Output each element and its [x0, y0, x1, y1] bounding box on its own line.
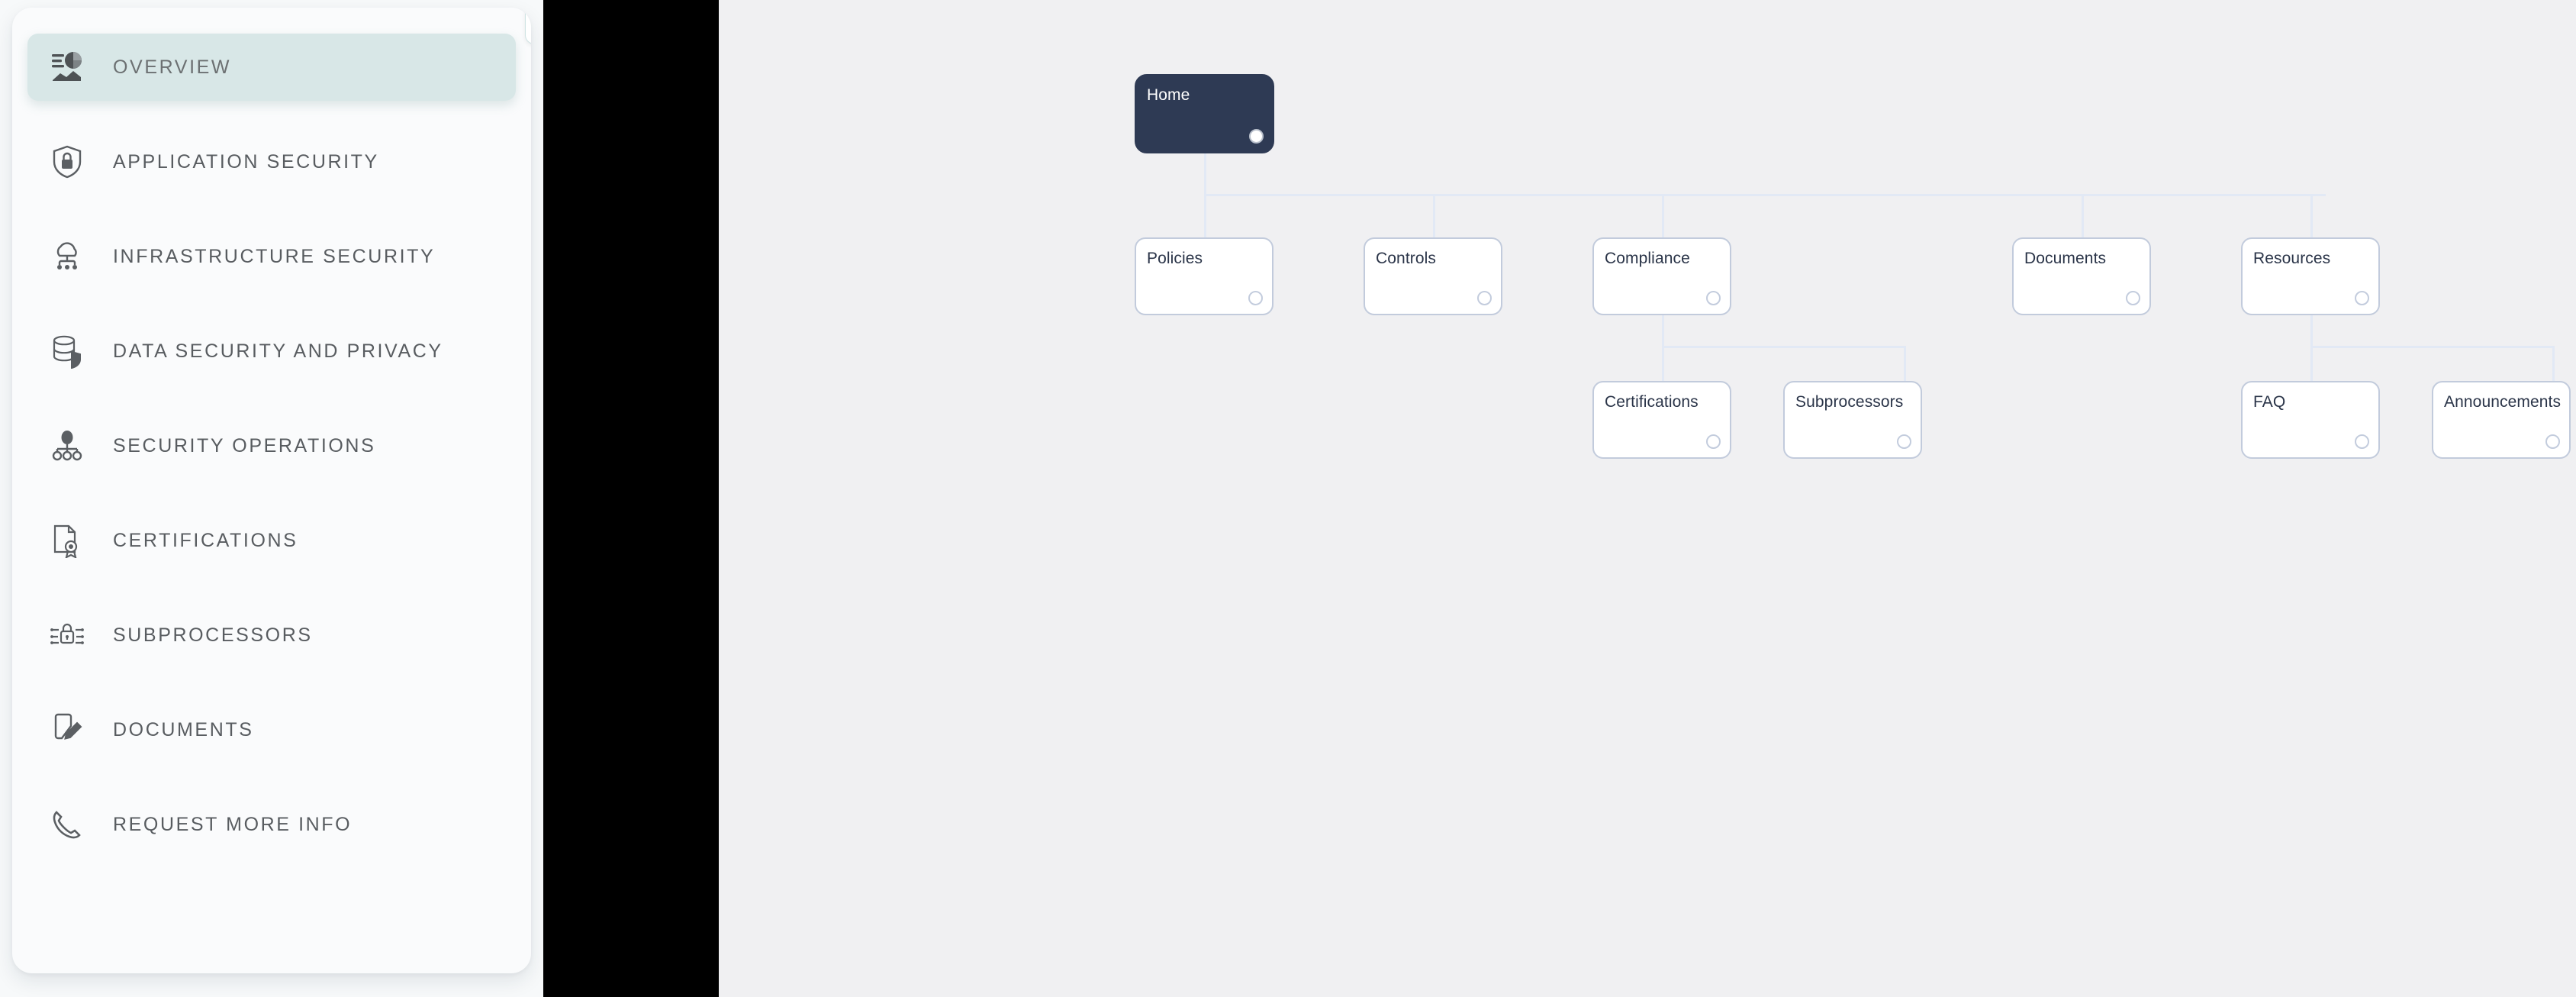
- edge-to-controls: [1433, 194, 1435, 237]
- tree-node-controls[interactable]: Controls: [1364, 237, 1502, 315]
- sidebar-item-overview[interactable]: OVERVIEW: [27, 34, 516, 101]
- org-node-icon: [46, 424, 89, 467]
- edge-to-compliance: [1662, 194, 1664, 237]
- tree-node-label: Announcements: [2444, 393, 2562, 411]
- minimize-sidebar-button[interactable]: [525, 8, 531, 44]
- node-handle-dot[interactable]: [2355, 434, 2369, 449]
- lock-circuit-icon: [46, 614, 89, 657]
- sidebar-item-label: REQUEST MORE INFO: [113, 813, 353, 835]
- node-handle-dot[interactable]: [1897, 434, 1911, 449]
- edge-to-documents: [2082, 194, 2084, 237]
- edge-to-announcements: [2552, 346, 2555, 381]
- sidebar-item-certifications[interactable]: CERTIFICATIONS: [27, 507, 516, 574]
- sidebar-item-label: INFRASTRUCTURE SECURITY: [113, 245, 436, 267]
- edge-resources-horizontal: [2310, 346, 2555, 348]
- sidebar-item-infrastructure-security[interactable]: INFRASTRUCTURE SECURITY: [27, 223, 516, 290]
- node-handle-dot[interactable]: [1706, 291, 1721, 305]
- edge-home-trunk: [1204, 153, 1206, 194]
- edge-to-subprocessors: [1904, 346, 1906, 381]
- cloud-network-icon: [46, 235, 89, 278]
- tree-node-subprocessors[interactable]: Subprocessors: [1783, 381, 1922, 459]
- tree-node-home[interactable]: Home: [1135, 74, 1274, 153]
- sidebar-item-application-security[interactable]: APPLICATION SECURITY: [27, 128, 516, 195]
- tree-node-label: FAQ: [2253, 393, 2286, 411]
- sidebar-item-label: OVERVIEW: [113, 56, 232, 78]
- sidebar-item-label: APPLICATION SECURITY: [113, 150, 379, 173]
- black-divider-band: [543, 0, 719, 997]
- sidebar-item-label: SUBPROCESSORS: [113, 624, 313, 646]
- edge-compliance-horizontal: [1662, 346, 1906, 348]
- sidebar-item-label: DOCUMENTS: [113, 718, 254, 740]
- edge-to-resources: [2310, 194, 2313, 237]
- sidebar-item-documents[interactable]: DOCUMENTS: [27, 696, 516, 763]
- shield-lock-icon: [46, 140, 89, 183]
- tree-node-label: Subprocessors: [1795, 393, 1904, 411]
- document-edit-icon: [46, 708, 89, 751]
- edge-to-faq: [2310, 346, 2313, 381]
- node-handle-dot[interactable]: [2126, 291, 2140, 305]
- sitemap-tree: Home Policies Controls Compliance Docume…: [719, 0, 2576, 997]
- sidebar-item-label: SECURITY OPERATIONS: [113, 434, 376, 457]
- tree-node-certifications[interactable]: Certifications: [1592, 381, 1731, 459]
- certificate-icon: [46, 519, 89, 562]
- tree-node-label: Home: [1147, 86, 1190, 104]
- tree-node-announcements[interactable]: Announcements: [2432, 381, 2571, 459]
- tree-node-label: Documents: [2024, 250, 2107, 267]
- sidebar-nav-list: OVERVIEW APPLICATION SECURITY INFRASTRUC…: [12, 8, 531, 973]
- node-handle-dot[interactable]: [1477, 291, 1492, 305]
- tree-node-faq[interactable]: FAQ: [2241, 381, 2380, 459]
- tree-node-resources[interactable]: Resources: [2241, 237, 2380, 315]
- tree-node-documents[interactable]: Documents: [2012, 237, 2151, 315]
- tree-node-label: Policies: [1147, 250, 1203, 267]
- sidebar-item-security-operations[interactable]: SECURITY OPERATIONS: [27, 412, 516, 479]
- sidebar-item-subprocessors[interactable]: SUBPROCESSORS: [27, 602, 516, 669]
- tree-node-label: Controls: [1376, 250, 1436, 267]
- tree-node-label: Resources: [2253, 250, 2331, 267]
- edge-resources-trunk: [2310, 315, 2313, 346]
- node-handle-dot[interactable]: [2545, 434, 2560, 449]
- application-root: OVERVIEW APPLICATION SECURITY INFRASTRUC…: [0, 0, 2576, 997]
- tree-node-compliance[interactable]: Compliance: [1592, 237, 1731, 315]
- tree-node-policies[interactable]: Policies: [1135, 237, 1274, 315]
- sidebar-panel: OVERVIEW APPLICATION SECURITY INFRASTRUC…: [12, 8, 531, 973]
- database-shield-icon: [46, 330, 89, 373]
- sidebar-item-data-security-and-privacy[interactable]: DATA SECURITY AND PRIVACY: [27, 318, 516, 385]
- node-handle-dot[interactable]: [2355, 291, 2369, 305]
- node-handle-dot[interactable]: [1248, 291, 1263, 305]
- node-handle-dot[interactable]: [1249, 129, 1264, 144]
- sidebar-item-label: CERTIFICATIONS: [113, 529, 298, 551]
- edge-to-policies: [1204, 194, 1206, 237]
- node-handle-dot[interactable]: [1706, 434, 1721, 449]
- edge-to-certifications: [1662, 346, 1664, 381]
- sidebar-item-label: DATA SECURITY AND PRIVACY: [113, 340, 443, 362]
- edge-row1-horizontal: [1204, 194, 2326, 196]
- overview-chart-icon: [46, 46, 89, 89]
- edge-compliance-trunk: [1662, 315, 1664, 346]
- phone-icon: [46, 803, 89, 846]
- tree-node-label: Compliance: [1605, 250, 1690, 267]
- sidebar-item-request-more-info[interactable]: REQUEST MORE INFO: [27, 791, 516, 858]
- tree-node-label: Certifications: [1605, 393, 1699, 411]
